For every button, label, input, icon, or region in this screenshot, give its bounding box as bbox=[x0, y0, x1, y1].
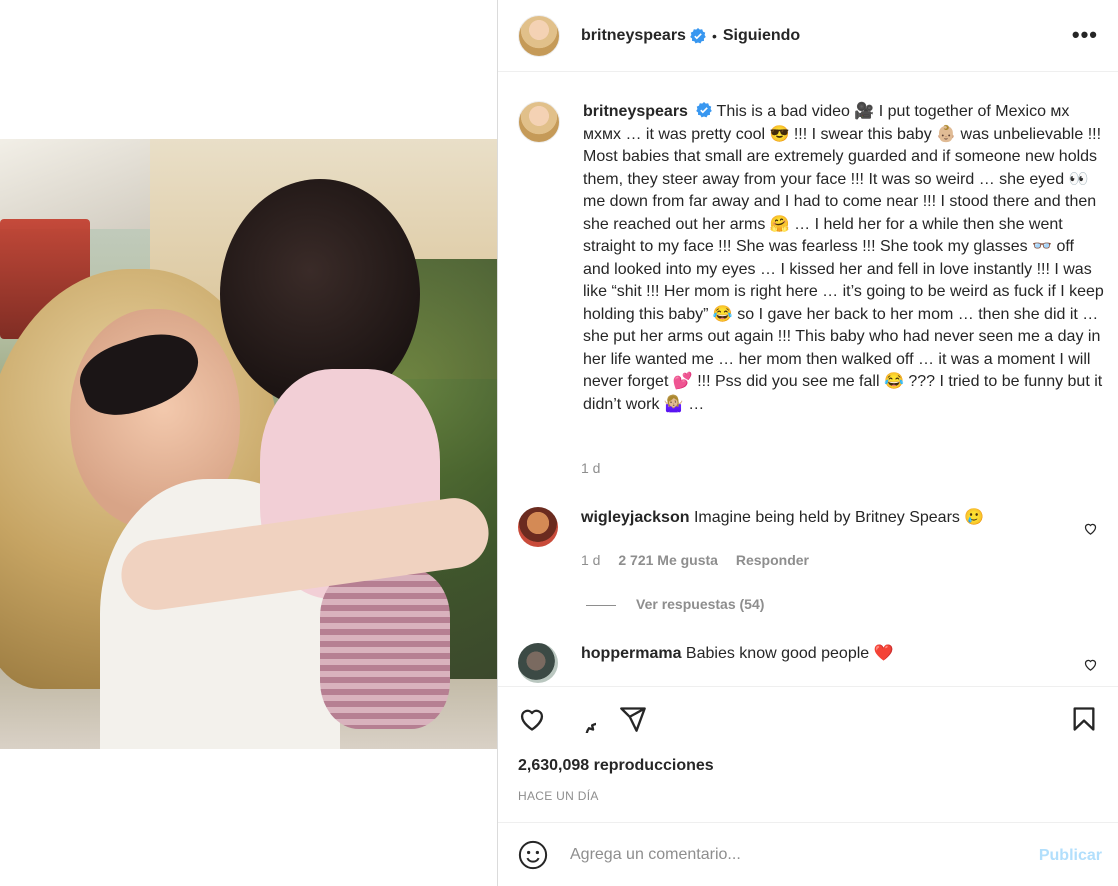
commenter-avatar[interactable] bbox=[518, 643, 558, 683]
post-date[interactable]: HACE UN DÍA bbox=[518, 789, 599, 803]
reply-button[interactable]: Responder bbox=[736, 552, 809, 568]
share-icon[interactable] bbox=[619, 705, 647, 733]
more-icon[interactable]: ••• bbox=[1072, 22, 1098, 48]
post-video[interactable] bbox=[0, 139, 497, 749]
caption-username[interactable]: britneyspears bbox=[583, 103, 688, 120]
comment-timestamp[interactable]: 1 d bbox=[581, 552, 600, 568]
comment-body: Imagine being held by Britney Spears 🥲 bbox=[693, 509, 985, 526]
post-panel: britneyspears • Siguiendo ••• britneyspe… bbox=[497, 0, 1118, 886]
separator-dot: • bbox=[711, 27, 717, 44]
commenter-avatar[interactable] bbox=[518, 507, 558, 547]
caption-body: This is a bad video 🎥 I put together of … bbox=[583, 103, 1104, 413]
comment-item: wigleyjackson Imagine being held by Brit… bbox=[518, 507, 1098, 547]
post-caption: britneyspears This is a bad video 🎥 I pu… bbox=[518, 101, 1105, 416]
comment-input[interactable] bbox=[568, 844, 1032, 865]
comment-item: hoppermama Babies know good people ❤️ bbox=[518, 643, 1098, 683]
verified-icon bbox=[696, 102, 713, 118]
emoji-icon[interactable] bbox=[518, 840, 548, 870]
caption-text: britneyspears This is a bad video 🎥 I pu… bbox=[583, 101, 1105, 416]
commenter-username[interactable]: wigleyjackson bbox=[581, 509, 690, 526]
caption-timestamp[interactable]: 1 d bbox=[581, 460, 600, 476]
view-count[interactable]: 2,630,098 reproducciones bbox=[518, 757, 714, 775]
author-username[interactable]: britneyspears bbox=[581, 27, 686, 45]
comment-meta: 1 d 2 721 Me gusta Responder bbox=[581, 552, 809, 568]
comment-icon[interactable] bbox=[568, 705, 596, 733]
comment-likes[interactable]: 2 721 Me gusta bbox=[618, 552, 718, 568]
comment-text: hoppermama Babies know good people ❤️ bbox=[581, 643, 894, 683]
bookmark-icon[interactable] bbox=[1070, 705, 1098, 733]
like-comment-heart-icon[interactable] bbox=[1083, 521, 1098, 536]
author-avatar[interactable] bbox=[518, 14, 560, 57]
following-button[interactable]: Siguiendo bbox=[723, 27, 800, 45]
like-comment-heart-icon[interactable] bbox=[1083, 657, 1098, 672]
view-replies-button[interactable]: Ver respuestas (54) bbox=[636, 596, 764, 612]
verified-icon bbox=[690, 27, 706, 43]
publish-button[interactable]: Publicar bbox=[1039, 847, 1102, 865]
video-scene-child-legs bbox=[320, 569, 450, 729]
comments-section[interactable]: britneyspears This is a bad video 🎥 I pu… bbox=[498, 73, 1118, 685]
comment-body: Babies know good people ❤️ bbox=[685, 645, 894, 662]
commenter-username[interactable]: hoppermama bbox=[581, 645, 681, 662]
comment-composer: Publicar bbox=[498, 822, 1118, 886]
media-panel bbox=[0, 0, 497, 886]
comment-text: wigleyjackson Imagine being held by Brit… bbox=[581, 507, 984, 547]
caption-avatar[interactable] bbox=[518, 101, 560, 143]
post-header: britneyspears • Siguiendo ••• bbox=[498, 0, 1118, 72]
heart-icon[interactable] bbox=[518, 705, 546, 733]
view-replies: Ver respuestas (54) bbox=[586, 596, 764, 612]
replies-divider bbox=[586, 604, 616, 606]
post-actions: 2,630,098 reproducciones HACE UN DÍA bbox=[498, 686, 1118, 822]
